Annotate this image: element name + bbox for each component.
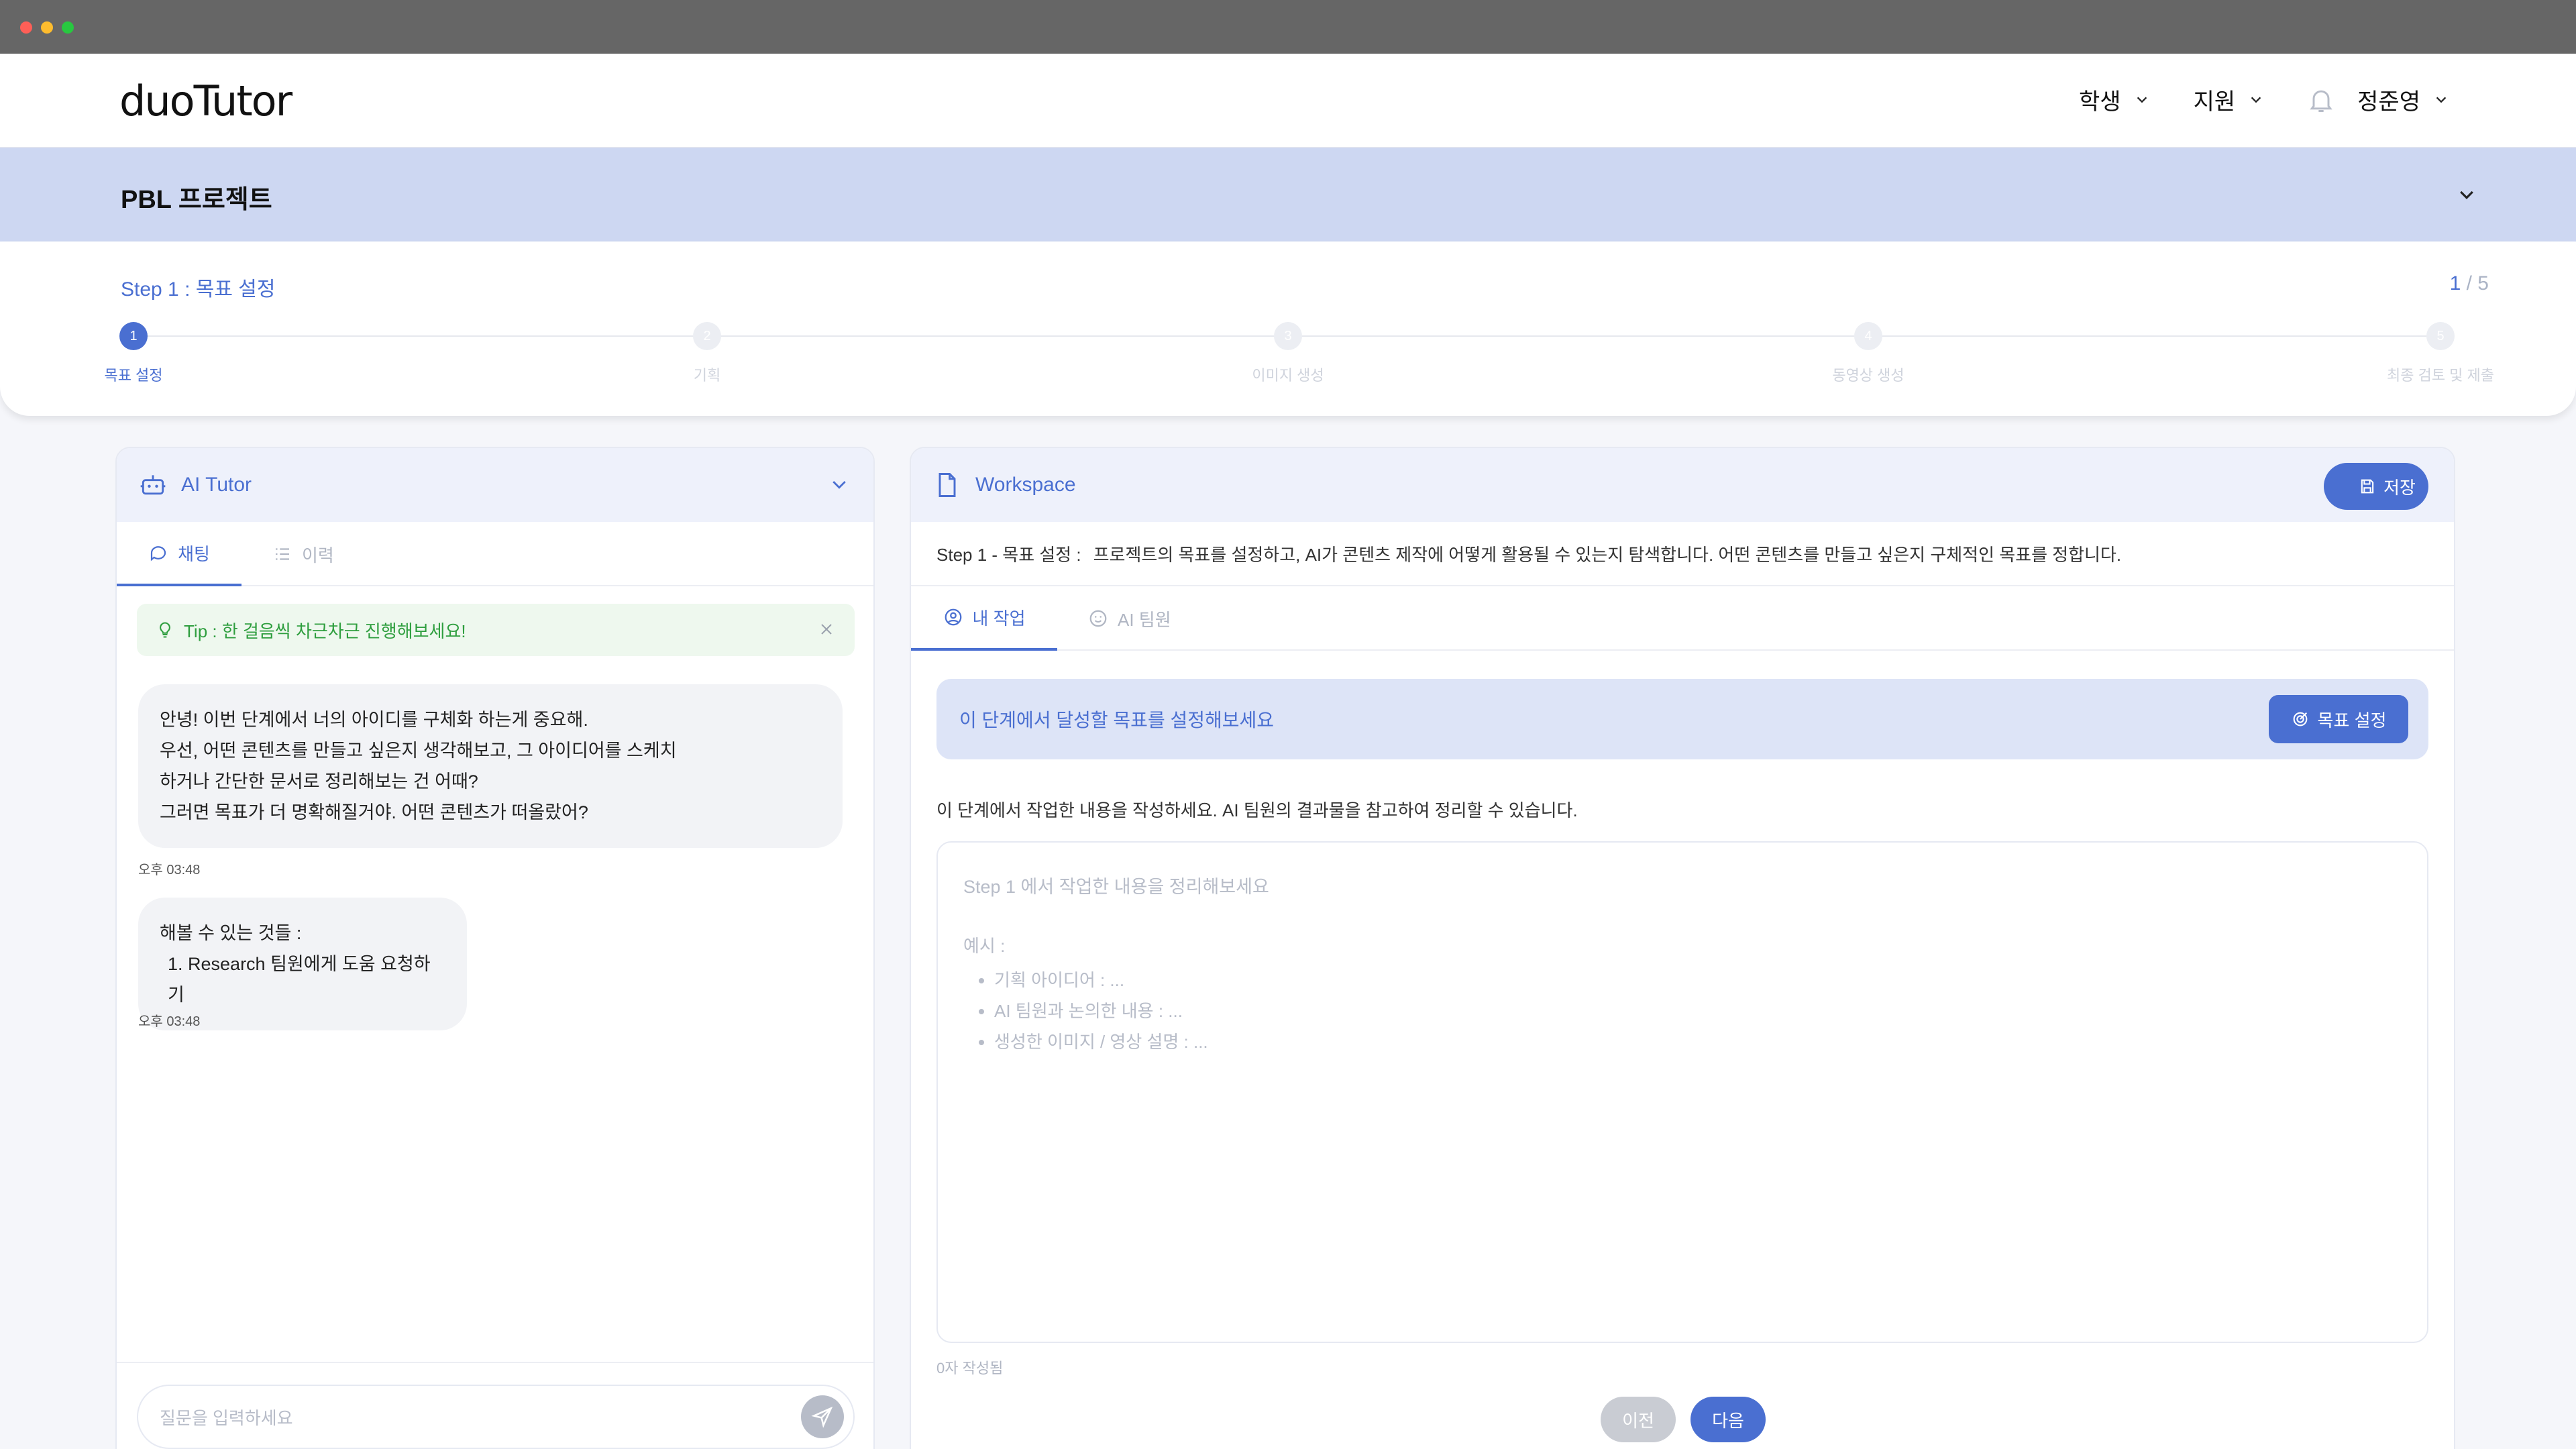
editor-guide: 이 단계에서 작업한 내용을 작성하세요. AI 팀원의 결과물을 참고하여 정… [936, 800, 1578, 820]
tab-ai-team-label: AI 팀원 [1118, 609, 1171, 630]
user-circle-icon [945, 608, 961, 626]
tab-my-work[interactable]: 내 작업 [911, 586, 1057, 651]
ai-tutor-header: AI Tutor [117, 448, 873, 522]
step-node-2[interactable]: 2 [693, 322, 721, 350]
document-icon [938, 473, 956, 497]
send-icon [811, 1406, 833, 1428]
editor-placeholder: Step 1 에서 작업한 내용을 정리해보세요 [963, 877, 1269, 897]
example-item: 생성한 이미지 / 영상 설명 : ... [994, 1026, 1208, 1057]
lightbulb-icon [160, 622, 170, 638]
target-icon [2293, 712, 2307, 727]
message-time: 오후 03:48 [138, 863, 201, 877]
message-line: 하거나 간단한 문서로 정리해보는 건 어때? [160, 771, 478, 792]
example-item: 기획 아이디어 : ... [994, 965, 1208, 996]
list-icon [276, 548, 289, 560]
set-goal-label: 목표 설정 [2317, 710, 2387, 731]
step-counter: 1 / 5 [2450, 272, 2489, 295]
logo[interactable]: duoTutor [119, 76, 292, 125]
save-button[interactable]: 저장 [2324, 463, 2428, 510]
chevron-down-icon[interactable] [2457, 185, 2477, 205]
project-bar[interactable]: PBL 프로젝트 [0, 148, 2576, 241]
tip-text: Tip : 한 걸음씩 차근차근 진행해보세요! [184, 621, 466, 641]
step-label-4: 동영상 생성 [1832, 367, 1904, 384]
chat-input-area: 질문을 입력하세요 [117, 1362, 873, 1449]
set-goal-button[interactable]: 목표 설정 [2269, 695, 2408, 743]
save-label: 저장 [2383, 477, 2416, 498]
user-name: 정준영 [2357, 89, 2420, 115]
goal-banner: 이 단계에서 달성할 목표를 설정해보세요 목표 설정 [936, 679, 2428, 759]
goal-text: 이 단계에서 달성할 목표를 설정해보세요 [959, 710, 1275, 731]
step-description-text: 프로젝트의 목표를 설정하고, AI가 콘텐츠 제작에 어떻게 활용될 수 있는… [1093, 544, 2122, 565]
message-line: 1. Research 팀원에게 도움 요청하기 [168, 954, 431, 1005]
close-window-button[interactable] [20, 21, 32, 34]
tab-history[interactable]: 이력 [272, 522, 353, 586]
next-button[interactable]: 다음 [1690, 1397, 1766, 1442]
tutor-tabs: 채팅 이력 [117, 522, 873, 586]
chat-bubble-icon [150, 546, 166, 561]
message-line: 안녕! 이번 단계에서 너의 아이디를 구체화 하는게 중요해. [160, 710, 588, 730]
step-description: Step 1 - 목표 설정 : 프로젝트의 목표를 설정하고, AI가 콘텐츠… [911, 522, 2454, 586]
workspace-title: Workspace [975, 474, 1076, 496]
message-line: 우선, 어떤 콘텐츠를 만들고 싶은지 생각해보고, 그 아이디어를 스케치 [160, 741, 677, 761]
step-total: / 5 [2466, 272, 2489, 294]
chevron-down-icon [2137, 97, 2147, 103]
chat-input-placeholder: 질문을 입력하세요 [160, 1407, 293, 1428]
save-icon [2361, 479, 2374, 494]
example-title: 예시 : [963, 936, 1006, 956]
example-list: 기획 아이디어 : ... AI 팀원과 논의한 내용 : ... 생성한 이미… [994, 965, 1208, 1057]
nav-student-label: 학생 [2079, 89, 2121, 115]
nav-student-menu[interactable]: 학생 [2079, 83, 2149, 116]
step-node-1[interactable]: 1 [119, 322, 148, 350]
window-chrome [0, 0, 2576, 54]
workspace-panel: Workspace 저장 Step 1 - 목표 설정 : 프로젝트의 목표를 … [910, 447, 2455, 1449]
prev-button[interactable]: 이전 [1601, 1397, 1676, 1442]
close-icon[interactable] [818, 621, 835, 637]
tab-my-work-label: 내 작업 [972, 608, 1026, 629]
robot-icon [140, 475, 166, 495]
message-line: 그러면 목표가 더 명확해질거야. 어떤 콘텐츠가 떠올랐어? [160, 802, 588, 822]
chat-input[interactable]: 질문을 입력하세요 [137, 1385, 855, 1449]
project-title: PBL 프로젝트 [121, 186, 272, 214]
workspace-tabs: 내 작업 AI 팀원 [911, 586, 2454, 651]
ai-tutor-title: AI Tutor [181, 474, 252, 496]
user-menu[interactable]: 정준영 [2357, 83, 2449, 116]
chevron-down-icon [2436, 97, 2447, 103]
char-count: 0자 작성됨 [936, 1360, 1004, 1377]
work-editor[interactable]: Step 1 에서 작업한 내용을 정리해보세요 예시 : 기획 아이디어 : … [936, 841, 2428, 1343]
step-label-5: 최종 검토 및 제출 [2386, 367, 2495, 384]
step-label-3: 이미지 생성 [1252, 367, 1324, 384]
chevron-down-icon [2251, 97, 2261, 103]
minimize-window-button[interactable] [41, 21, 53, 34]
message-time: 오후 03:48 [138, 1014, 201, 1029]
step-title: Step 1 : 목표 설정 [121, 278, 276, 301]
bell-icon[interactable] [2306, 85, 2336, 115]
message-line: 해볼 수 있는 것들 : [160, 923, 302, 943]
nav-menu: 학생 지원 정준영 [2035, 83, 2449, 116]
tab-ai-team[interactable]: AI 팀원 [1088, 586, 1195, 651]
step-label-2: 기획 [693, 367, 721, 384]
step-progress: Step 1 : 목표 설정 1 / 5 1 목표 설정 2 기획 3 이미지 … [0, 241, 2576, 416]
step-description-label: Step 1 - 목표 설정 : [936, 544, 1081, 565]
ai-tutor-panel: AI Tutor 채팅 이력 Tip : 한 걸음씩 차근차근 진행해보세요! … [115, 447, 875, 1449]
maximize-window-button[interactable] [62, 21, 74, 34]
top-navigation: duoTutor 학생 지원 정준영 [0, 54, 2576, 148]
tip-banner: Tip : 한 걸음씩 차근차근 진행해보세요! [137, 604, 855, 656]
chat-message: 안녕! 이번 단계에서 너의 아이디를 구체화 하는게 중요해. 우선, 어떤 … [138, 684, 843, 848]
send-button[interactable] [801, 1395, 844, 1438]
step-node-4[interactable]: 4 [1854, 322, 1882, 350]
step-label-1: 목표 설정 [104, 367, 163, 384]
smile-icon [1089, 610, 1107, 627]
workspace-header: Workspace 저장 [911, 448, 2454, 522]
step-current: 1 [2449, 272, 2461, 294]
nav-support-menu[interactable]: 지원 [2194, 83, 2264, 116]
example-item: AI 팀원과 논의한 내용 : ... [994, 996, 1208, 1026]
nav-support-label: 지원 [2193, 89, 2236, 115]
tab-history-label: 이력 [302, 545, 334, 566]
tab-chat-label: 채팅 [178, 543, 210, 564]
step-node-5[interactable]: 5 [2426, 322, 2455, 350]
chevron-down-icon[interactable] [829, 475, 849, 495]
tab-chat[interactable]: 채팅 [117, 522, 241, 586]
step-node-3[interactable]: 3 [1274, 322, 1302, 350]
